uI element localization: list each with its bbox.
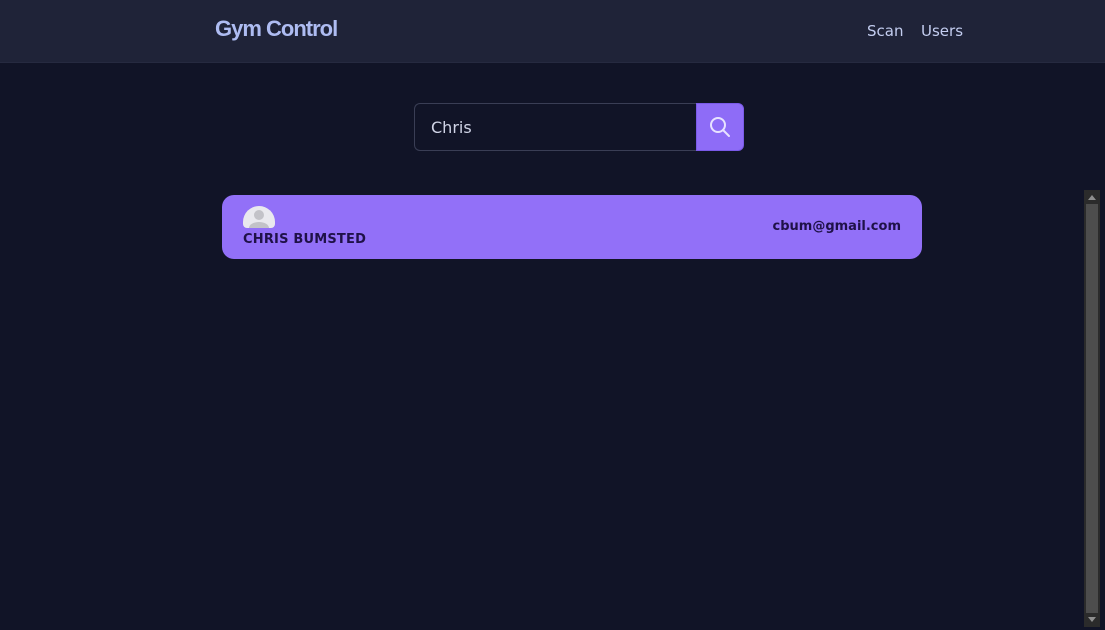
scroll-down-arrow-icon[interactable] — [1088, 617, 1096, 622]
search-icon — [710, 117, 730, 137]
nav-link-users[interactable]: Users — [921, 22, 963, 40]
search-input[interactable] — [414, 103, 697, 151]
scroll-thumb[interactable] — [1086, 204, 1098, 613]
brand-logo[interactable]: Gym Control — [215, 16, 338, 42]
vertical-scrollbar[interactable] — [1084, 190, 1100, 627]
user-name: CHRIS BUMSTED — [243, 232, 367, 247]
scroll-up-arrow-icon[interactable] — [1088, 195, 1096, 200]
nav-link-scan[interactable]: Scan — [867, 22, 903, 40]
search-button[interactable] — [696, 103, 744, 151]
user-avatar-icon — [243, 206, 275, 228]
user-email: cbum@gmail.com — [772, 219, 901, 234]
search-bar — [414, 103, 744, 151]
top-navbar: Gym Control Scan Users — [0, 0, 1105, 63]
user-result-card[interactable]: CHRIS BUMSTED cbum@gmail.com — [222, 195, 922, 259]
